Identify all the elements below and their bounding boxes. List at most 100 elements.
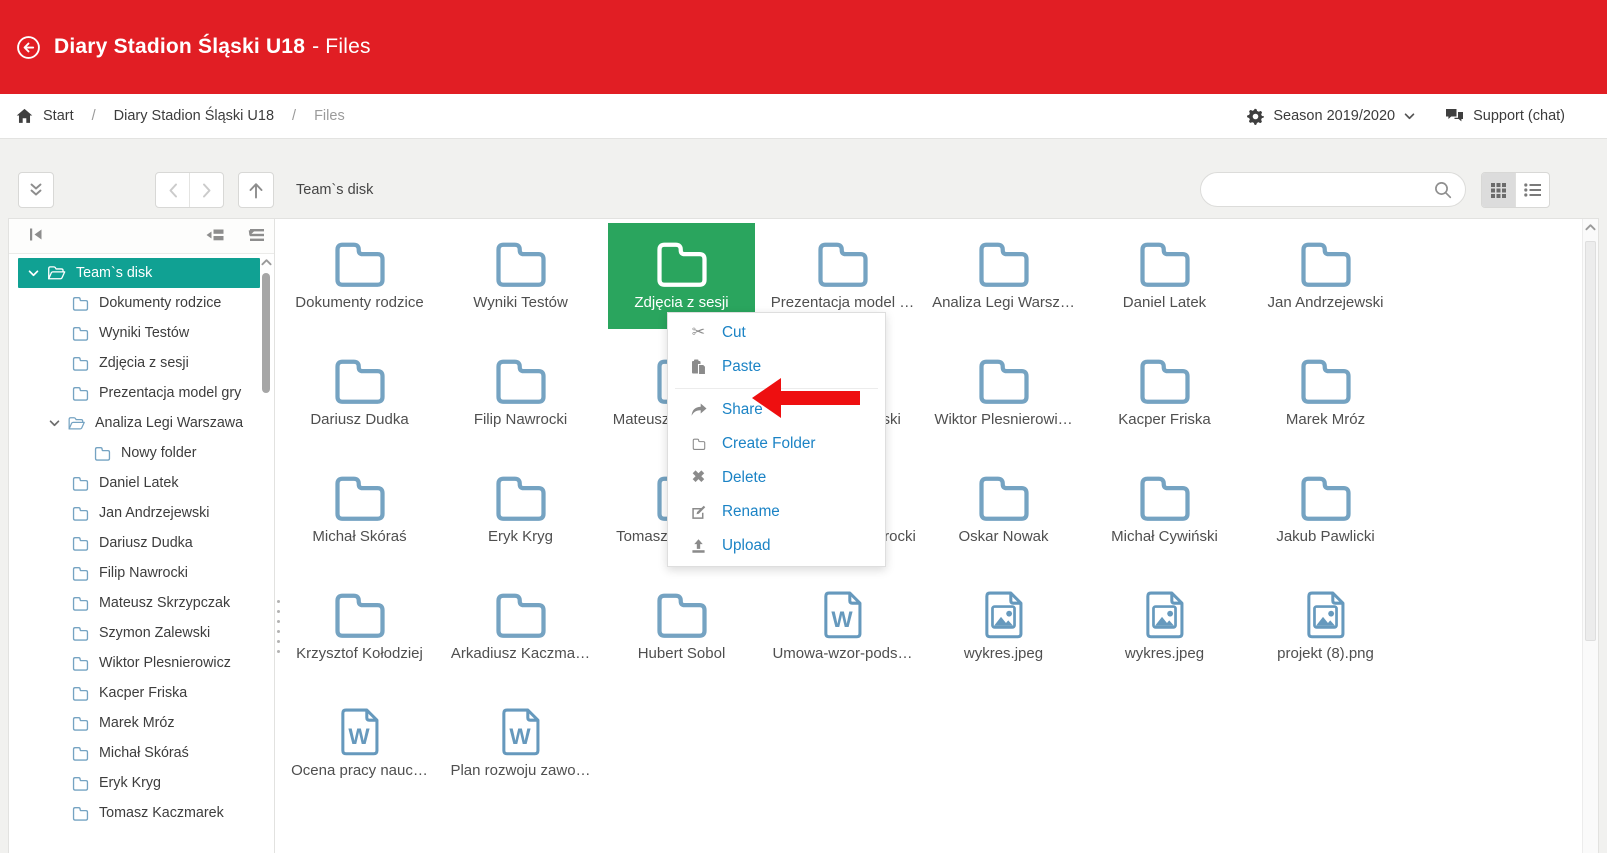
tree-item[interactable]: Wiktor Plesnierowicz [9, 648, 274, 678]
file-item[interactable]: Oskar Nowak [923, 457, 1084, 574]
file-item[interactable]: projekt (8).png [1245, 574, 1406, 691]
upload-icon [689, 538, 708, 554]
tree-item[interactable]: Jan Andrzejewski [9, 498, 274, 528]
search-input[interactable] [1214, 181, 1434, 199]
view-toggle-group [1481, 172, 1550, 208]
tree-item[interactable]: Tomasz Kaczmarek [9, 798, 274, 828]
tree-collapse-icon[interactable] [205, 228, 225, 242]
folder-icon [689, 437, 708, 451]
main-scrollbar[interactable] [1582, 219, 1598, 853]
tree-item[interactable]: Nowy folder [9, 438, 274, 468]
collapse-panel-icon[interactable] [29, 227, 43, 242]
menu-item-share[interactable]: Share [668, 393, 885, 427]
menu-item-paste[interactable]: Paste [668, 350, 885, 384]
file-item[interactable]: Wyniki Testów [440, 223, 601, 340]
forward-button[interactable] [189, 173, 223, 207]
tree-item[interactable]: Marek Mróz [9, 708, 274, 738]
chevron-down-icon[interactable] [28, 270, 39, 277]
file-item[interactable]: wykres.jpeg [1084, 574, 1245, 691]
file-item[interactable]: Eryk Kryg [440, 457, 601, 574]
file-item[interactable]: Ocena pracy nauc… [279, 691, 440, 808]
breadcrumb: Start / Diary Stadion Śląski U18 / Files [16, 108, 345, 124]
menu-item-label: Paste [722, 358, 761, 376]
file-item[interactable]: Krzysztof Kołodziej [279, 574, 440, 691]
file-item[interactable]: wykres.jpeg [923, 574, 1084, 691]
file-item-label: Zdjęcia z sesji [634, 294, 728, 311]
app-header: Diary Stadion Śląski U18- Files [0, 0, 1607, 94]
file-item[interactable]: Dariusz Dudka [279, 340, 440, 457]
tree-item[interactable]: Zdjęcia z sesji [9, 348, 274, 378]
file-item[interactable]: Michał Skóraś [279, 457, 440, 574]
gear-icon [1247, 108, 1264, 125]
expand-all-button[interactable] [18, 172, 54, 208]
file-item[interactable]: Umowa-wzor-pods… [762, 574, 923, 691]
file-item[interactable]: Hubert Sobol [601, 574, 762, 691]
back-button[interactable] [156, 173, 189, 207]
breadcrumb-item-start[interactable]: Start [43, 108, 74, 124]
menu-item-label: Cut [722, 324, 746, 342]
main-scrollbar-thumb[interactable] [1585, 241, 1596, 641]
home-icon[interactable] [16, 108, 33, 124]
file-item[interactable]: Jan Andrzejewski [1245, 223, 1406, 340]
tree-item[interactable]: Filip Nawrocki [9, 558, 274, 588]
menu-item-cut[interactable]: ✂ Cut [668, 316, 885, 350]
file-item[interactable]: Dokumenty rodzice [279, 223, 440, 340]
menu-item-upload[interactable]: Upload [668, 529, 885, 563]
file-item[interactable]: Marek Mróz [1245, 340, 1406, 457]
file-item-label: Jan Andrzejewski [1268, 294, 1384, 311]
file-item-label: Plan rozwoju zawo… [450, 762, 590, 779]
menu-item-rename[interactable]: Rename [668, 495, 885, 529]
tree-item[interactable]: Daniel Latek [9, 468, 274, 498]
file-item[interactable]: Filip Nawrocki [440, 340, 601, 457]
tree-item[interactable]: Prezentacja model gry [9, 378, 274, 408]
scissors-icon: ✂ [689, 325, 708, 341]
tree-item-label: Daniel Latek [99, 475, 178, 491]
current-location-label: Team`s disk [296, 172, 373, 208]
list-view-button[interactable] [1515, 173, 1549, 207]
up-button[interactable] [238, 172, 274, 208]
page-title: Diary Stadion Śląski U18- Files [54, 35, 371, 59]
season-selector[interactable]: Season 2019/2020 [1247, 108, 1415, 125]
word-doc-icon [820, 588, 865, 642]
support-label: Support (chat) [1473, 108, 1565, 124]
breadcrumb-item-diary[interactable]: Diary Stadion Śląski U18 [114, 108, 274, 124]
tree-item[interactable]: Szymon Zalewski [9, 618, 274, 648]
file-item[interactable]: Daniel Latek [1084, 223, 1245, 340]
menu-item-create-folder[interactable]: Create Folder [668, 427, 885, 461]
arrow-left-circle-icon[interactable] [16, 35, 41, 60]
tree-item-label: Filip Nawrocki [99, 565, 188, 581]
tree-item-label: Dokumenty rodzice [99, 295, 221, 311]
tree-item-label: Michał Skóraś [99, 745, 189, 761]
menu-item-delete[interactable]: ✖ Delete [668, 461, 885, 495]
tree-expand-icon[interactable] [245, 228, 265, 242]
list-view-icon [1524, 183, 1541, 197]
file-item[interactable]: Michał Cywiński [1084, 457, 1245, 574]
file-item[interactable]: Wiktor Plesnierowi… [923, 340, 1084, 457]
sidebar-scrollbar-thumb[interactable] [262, 273, 270, 393]
file-item[interactable]: Jakub Pawlicki [1245, 457, 1406, 574]
file-item[interactable]: Analiza Legi Warsz… [923, 223, 1084, 340]
sidebar-scrollbar[interactable] [260, 255, 273, 853]
grid-view-button[interactable] [1482, 173, 1515, 207]
menu-item-label: Delete [722, 469, 766, 487]
menu-item-label: Create Folder [722, 435, 816, 453]
tree-item[interactable]: Dokumenty rodzice [9, 288, 274, 318]
file-item[interactable]: Plan rozwoju zawo… [440, 691, 601, 808]
file-item[interactable]: Kacper Friska [1084, 340, 1245, 457]
chevron-down-icon[interactable] [49, 420, 60, 427]
file-item[interactable]: Arkadiusz Kaczma… [440, 574, 601, 691]
tree-root-teams-disk[interactable]: Team`s disk [18, 258, 260, 288]
tree-item[interactable]: Michał Skóraś [9, 738, 274, 768]
image-file-icon [981, 588, 1026, 642]
splitter-handle[interactable] [277, 600, 280, 653]
tree-item[interactable]: Kacper Friska [9, 678, 274, 708]
tree-item[interactable]: Mateusz Skrzypczak [9, 588, 274, 618]
tree-item[interactable]: Eryk Kryg [9, 768, 274, 798]
search-icon[interactable] [1434, 181, 1452, 199]
support-chat-button[interactable]: Support (chat) [1445, 108, 1565, 124]
breadcrumb-separator: / [292, 108, 296, 124]
tree-item[interactable]: Wyniki Testów [9, 318, 274, 348]
tree-item[interactable]: Dariusz Dudka [9, 528, 274, 558]
tree-item-expanded[interactable]: Analiza Legi Warszawa [9, 408, 274, 438]
file-item-label: Hubert Sobol [638, 645, 726, 662]
